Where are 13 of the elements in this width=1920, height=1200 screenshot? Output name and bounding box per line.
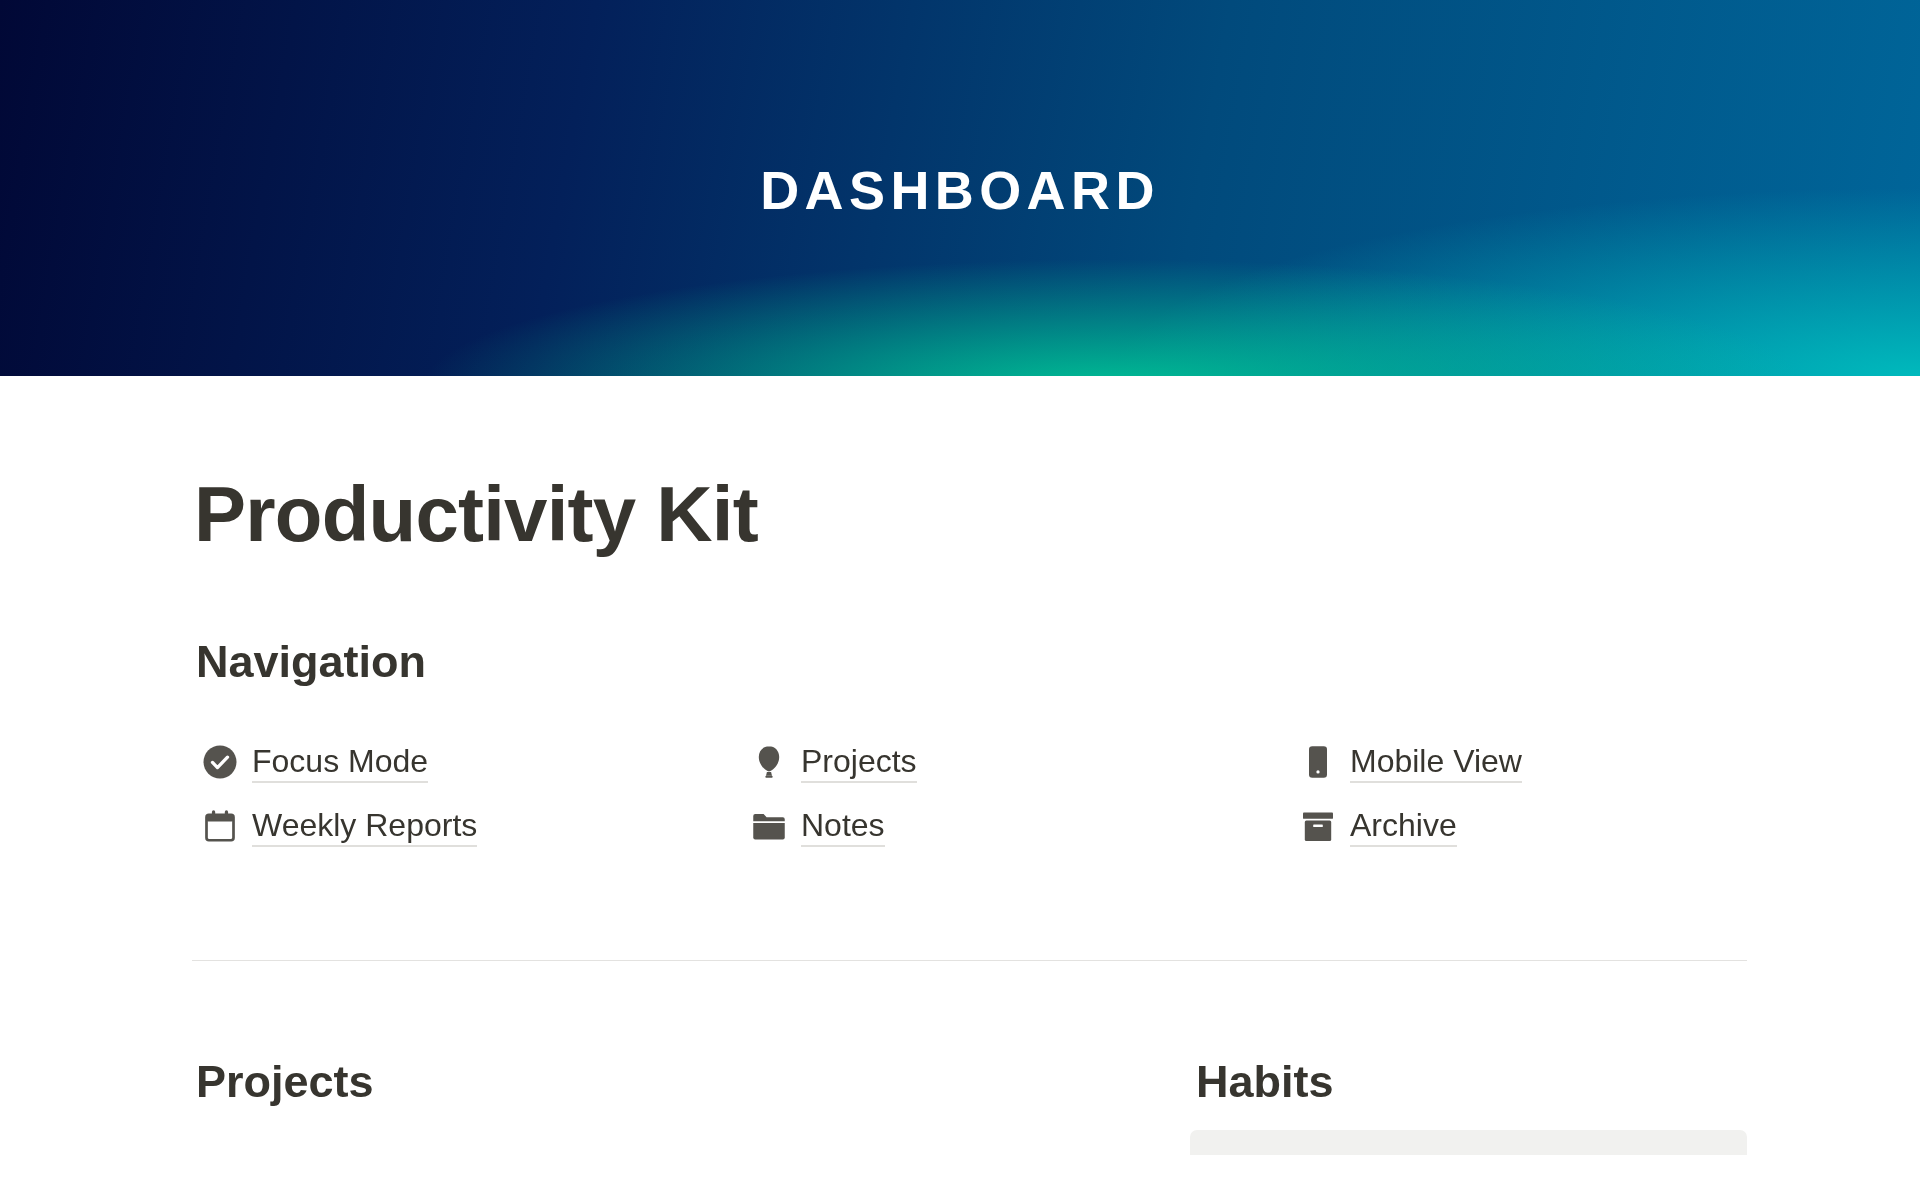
page-link[interactable]: Focus Mode <box>252 741 429 783</box>
section-heading: Habits <box>1195 1055 1334 1109</box>
page-link[interactable]: Projects <box>801 741 917 783</box>
page-title: Productivity Kit <box>193 469 759 560</box>
section-heading: Navigation <box>195 635 427 689</box>
page-link[interactable]: Mobile View <box>1350 741 1522 783</box>
banner-title: DASHBOARD <box>760 161 1160 221</box>
page-link[interactable]: Weekly Reports <box>252 805 478 847</box>
check-circle-icon <box>202 744 238 780</box>
section-heading: Projects <box>195 1055 374 1109</box>
page-link[interactable]: Notes <box>801 805 885 847</box>
calendar-icon <box>202 808 238 844</box>
page-link[interactable]: Archive <box>1350 805 1457 847</box>
